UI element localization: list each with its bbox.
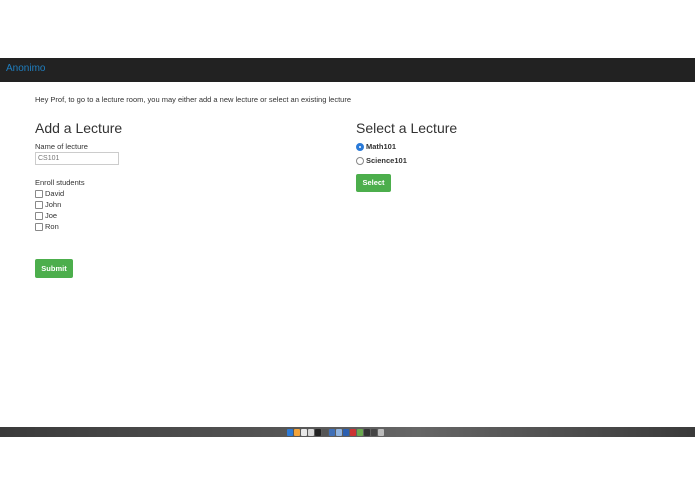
student-name: Joe — [45, 211, 58, 220]
monitor-icon[interactable] — [371, 428, 377, 436]
app-icon[interactable] — [329, 428, 335, 436]
brand-link[interactable]: Anonimo — [6, 63, 45, 74]
lecture-name: Science101 — [366, 156, 407, 165]
notes-icon[interactable] — [308, 428, 314, 436]
student-checkbox[interactable] — [35, 189, 43, 198]
lecture-name-input[interactable] — [35, 152, 119, 165]
lecture-radio-row[interactable]: Science101 — [356, 156, 407, 165]
student-checkbox[interactable] — [35, 222, 43, 231]
lecture-name-label: Name of lecture — [35, 142, 88, 151]
intro-text: Hey Prof, to go to a lecture room, you m… — [35, 95, 351, 104]
lecture-radio[interactable] — [356, 156, 364, 165]
screen-icon[interactable] — [364, 428, 370, 436]
student-name: David — [45, 189, 65, 198]
student-checkbox-row[interactable]: Joe — [35, 211, 57, 220]
terminal-icon[interactable] — [315, 428, 321, 436]
top-navbar: Anonimo — [0, 58, 695, 82]
app-icon-3[interactable] — [357, 428, 363, 436]
student-checkbox[interactable] — [35, 200, 43, 209]
chrome-icon[interactable] — [301, 428, 307, 436]
word-icon[interactable] — [343, 428, 349, 436]
trash-icon[interactable] — [378, 428, 384, 436]
finder-icon[interactable] — [287, 428, 293, 436]
student-name: Ron — [45, 222, 59, 231]
student-checkbox-row[interactable]: Ron — [35, 222, 59, 231]
lecture-radio-selected[interactable] — [356, 142, 364, 151]
student-name: John — [45, 200, 62, 209]
select-button[interactable]: Select — [356, 174, 391, 192]
select-lecture-heading: Select a Lecture — [356, 120, 458, 136]
enroll-students-label: Enroll students — [35, 178, 85, 187]
student-checkbox[interactable] — [35, 211, 43, 220]
app-icon-2[interactable] — [350, 428, 356, 436]
os-dock — [285, 427, 412, 437]
submit-button[interactable]: Submit — [35, 259, 73, 278]
student-checkbox-row[interactable]: David — [35, 189, 64, 198]
safari-icon[interactable] — [294, 428, 300, 436]
lecture-name: Math101 — [366, 142, 397, 151]
add-lecture-heading: Add a Lecture — [35, 120, 123, 136]
lecture-radio-row[interactable]: Math101 — [356, 142, 396, 151]
calendar-icon[interactable] — [322, 428, 328, 436]
mail-icon[interactable] — [336, 428, 342, 436]
student-checkbox-row[interactable]: John — [35, 200, 61, 209]
